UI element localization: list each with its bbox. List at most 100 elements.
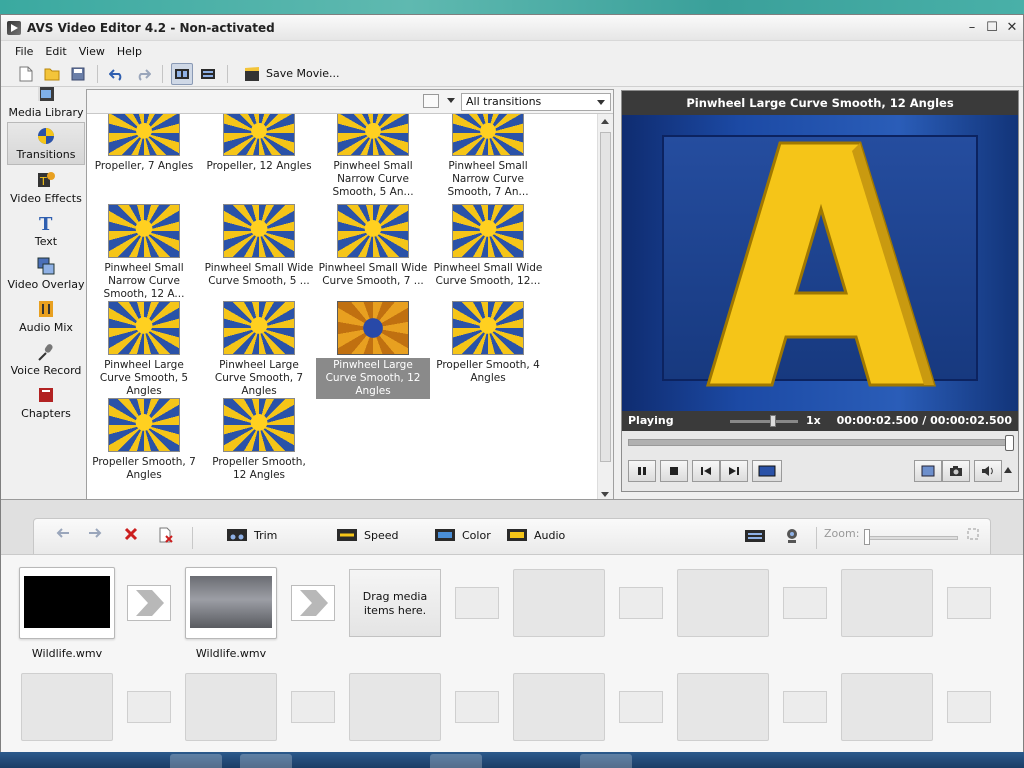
maximize-icon[interactable]: ☐ [983,20,1001,36]
minimize-icon[interactable]: – [963,20,981,36]
sidebar-item-audio-mix[interactable]: Audio Mix [7,294,85,337]
fullscreen-preview-button[interactable] [752,460,782,482]
close-icon[interactable]: ✕ [1003,20,1021,36]
zoom-slider[interactable] [868,536,958,540]
chevron-down-icon[interactable] [447,98,455,103]
sidebar-item-text[interactable]: T Text [7,208,85,251]
taskbar [0,752,1024,768]
empty-slot [513,569,605,637]
move-left-button[interactable] [56,527,70,539]
aspect-ratio-button[interactable] [914,460,942,482]
transition-item[interactable]: Propeller Smooth, 12 Angles [202,398,316,483]
view-mode-icon[interactable] [423,94,439,108]
transition-slot[interactable] [127,585,171,621]
transition-slot[interactable] [291,585,335,621]
storyboard-clip[interactable] [185,567,277,639]
taskbar-button[interactable] [240,754,292,768]
empty-slot [677,569,769,637]
sidebar-item-video-effects[interactable]: T Video Effects [7,165,85,208]
menu-bar: File Edit View Help [1,41,1023,61]
playback-progress[interactable] [622,431,1018,453]
playback-status: Playing [628,414,674,427]
playback-status-bar: Playing 1x 00:00:02.500 / 00:00:02.500 [622,411,1018,431]
transition-item[interactable]: Propeller Smooth, 7 Angles [87,398,201,483]
speed-slider[interactable] [730,420,798,423]
transition-item[interactable]: Pinwheel Small Narrow Curve Smooth, 7 An… [431,114,545,200]
chevron-up-icon[interactable] [1004,467,1012,473]
storyboard-view-button[interactable] [171,62,193,85]
delete-button[interactable] [124,527,138,541]
taskbar-button[interactable] [580,754,632,768]
transition-label: Pinwheel Small Wide Curve Smooth, 7 ... [318,262,428,287]
snapshot-button[interactable] [942,460,970,482]
pause-button[interactable] [628,460,656,482]
timeline-settings-button[interactable] [744,527,766,545]
app-logo-icon [7,20,21,35]
timeline-settings-icon [745,530,765,542]
transition-item[interactable]: Pinwheel Large Curve Smooth, 7 Angles [202,301,316,399]
browser-scrollbar[interactable] [597,114,613,502]
storyboard-clip[interactable] [19,567,115,639]
audio-icon [507,529,527,541]
sidebar-item-video-overlay[interactable]: Video Overlay [7,251,85,294]
menu-help[interactable]: Help [117,45,142,58]
undo-button[interactable] [106,63,128,85]
menu-edit[interactable]: Edit [45,45,66,58]
empty-slot [21,673,113,741]
audio-button[interactable]: Audio [506,527,565,543]
previous-frame-button[interactable] [692,460,720,482]
main-toolbar: Save Movie... [1,61,1023,87]
scrollbar-thumb[interactable] [600,132,611,462]
fit-zoom-button[interactable] [966,527,980,541]
taskbar-button[interactable] [430,754,482,768]
save-movie-button[interactable]: Save Movie... [244,66,340,82]
menu-view[interactable]: View [79,45,105,58]
taskbar-button[interactable] [170,754,222,768]
progress-handle[interactable] [1005,435,1014,451]
sidebar-item-label: Video Overlay [7,278,85,291]
transition-item[interactable]: Pinwheel Small Narrow Curve Smooth, 12 A… [87,204,201,302]
transition-item[interactable]: Pinwheel Small Wide Curve Smooth, 12... [431,204,545,289]
playback-controls [622,453,1018,489]
toolbar-separator [227,64,228,83]
sidebar-item-chapters[interactable]: Chapters [7,380,85,423]
move-right-button[interactable] [88,527,102,539]
transition-filter-select[interactable]: All transitions [461,93,611,111]
delete-all-button[interactable] [158,527,174,543]
transition-item[interactable]: Propeller Smooth, 4 Angles [431,301,545,386]
timeline-view-button[interactable] [197,63,219,85]
transition-label: Pinwheel Small Wide Curve Smooth, 12... [433,262,543,287]
zoom-text: Zoom: [824,527,860,540]
transition-label: Pinwheel Small Wide Curve Smooth, 5 ... [204,262,314,287]
trim-button[interactable]: Trim [226,527,277,543]
menu-file[interactable]: File [15,45,33,58]
trim-label: Trim [254,528,278,542]
sidebar-item-voice-record[interactable]: Voice Record [7,337,85,380]
volume-button[interactable] [974,460,1002,482]
scroll-up-icon[interactable] [601,119,609,124]
transition-item[interactable]: Pinwheel Small Narrow Curve Smooth, 5 An… [316,114,430,200]
sidebar-item-media-library[interactable]: Media Library [7,79,85,122]
transition-item[interactable]: Pinwheel Small Wide Curve Smooth, 7 ... [316,204,430,289]
speed-button[interactable]: Speed [336,527,398,543]
stop-button[interactable] [660,460,688,482]
transition-item[interactable]: Pinwheel Small Wide Curve Smooth, 5 ... [202,204,316,289]
sidebar-item-transitions[interactable]: Transitions [7,122,85,165]
zoom-slider-handle[interactable] [864,529,870,545]
transition-item[interactable]: Propeller, 7 Angles [87,114,201,174]
transition-item[interactable]: Pinwheel Large Curve Smooth, 5 Angles [87,301,201,399]
window-title: AVS Video Editor 4.2 - Non-activated [27,20,275,35]
redo-button[interactable] [132,63,154,85]
arrow-right-icon [89,528,102,538]
speed-slider-handle[interactable] [770,415,776,427]
color-button[interactable]: Color [434,527,491,543]
next-frame-button[interactable] [720,460,748,482]
clip-name: Wildlife.wmv [31,647,103,660]
transition-item-selected[interactable]: Pinwheel Large Curve Smooth, 12 Angles [316,301,430,399]
webcam-button[interactable] [782,527,802,545]
progress-track[interactable] [628,439,1010,446]
transition-item[interactable]: Propeller, 12 Angles [202,114,316,174]
drop-zone[interactable]: Drag media items here. [349,569,441,637]
scroll-down-icon[interactable] [601,492,609,497]
clapperboard-icon [245,66,259,81]
